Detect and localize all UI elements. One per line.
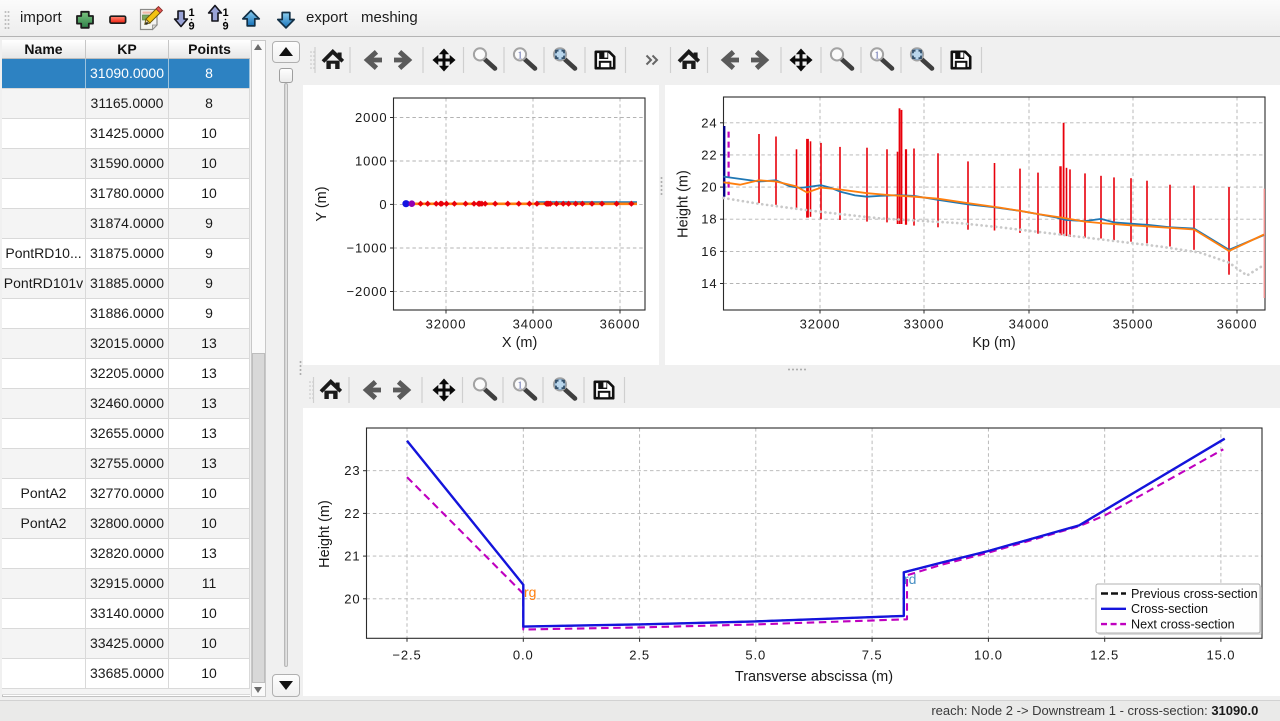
svg-text:16: 16 — [701, 244, 717, 259]
svg-text:1: 1 — [188, 7, 194, 19]
svg-text:5.0: 5.0 — [745, 648, 766, 663]
svg-text:32000: 32000 — [800, 317, 841, 332]
svg-text:−2.5: −2.5 — [392, 648, 421, 663]
svg-text:1: 1 — [222, 7, 228, 19]
svg-text:34000: 34000 — [513, 317, 554, 332]
svg-text:21: 21 — [344, 549, 360, 564]
svg-text:32000: 32000 — [426, 317, 467, 332]
svg-text:−2000: −2000 — [346, 284, 387, 299]
svg-text:20: 20 — [701, 180, 717, 195]
svg-text:23: 23 — [344, 463, 360, 478]
svg-text:1: 1 — [518, 380, 523, 391]
svg-text:1: 1 — [518, 50, 523, 61]
svg-text:1: 1 — [875, 50, 880, 61]
svg-text:0: 0 — [379, 197, 387, 212]
svg-text:Height (m): Height (m) — [676, 170, 692, 238]
svg-text:24: 24 — [701, 115, 717, 130]
svg-text:9: 9 — [222, 21, 228, 33]
svg-text:36000: 36000 — [1217, 317, 1258, 332]
svg-text:Next cross-section: Next cross-section — [1131, 617, 1235, 631]
svg-text:22: 22 — [701, 147, 717, 162]
svg-text:14: 14 — [701, 276, 717, 291]
svg-text:−1000: −1000 — [346, 241, 387, 256]
svg-text:7.5: 7.5 — [862, 648, 883, 663]
svg-text:2.5: 2.5 — [629, 648, 650, 663]
svg-text:20: 20 — [344, 591, 360, 606]
svg-text:rd: rd — [904, 571, 916, 587]
svg-text:Cross-section: Cross-section — [1131, 602, 1208, 616]
svg-text:10.0: 10.0 — [974, 648, 1003, 663]
svg-text:33000: 33000 — [904, 317, 945, 332]
svg-text:rg: rg — [524, 584, 536, 600]
svg-text:18: 18 — [701, 212, 717, 227]
svg-text:12.5: 12.5 — [1090, 648, 1119, 663]
svg-text:Previous cross-section: Previous cross-section — [1131, 587, 1258, 601]
svg-text:Transverse abscissa (m): Transverse abscissa (m) — [735, 669, 893, 685]
svg-text:36000: 36000 — [600, 317, 641, 332]
svg-text:15.0: 15.0 — [1206, 648, 1235, 663]
svg-text:35000: 35000 — [1113, 317, 1154, 332]
svg-text:22: 22 — [344, 506, 360, 521]
svg-text:1000: 1000 — [355, 154, 388, 169]
svg-text:2000: 2000 — [355, 110, 388, 125]
svg-text:Kp (m): Kp (m) — [972, 335, 1016, 351]
svg-text:X (m): X (m) — [502, 335, 537, 351]
svg-text:9: 9 — [188, 21, 194, 33]
svg-text:Y (m): Y (m) — [314, 186, 330, 221]
svg-text:34000: 34000 — [1009, 317, 1050, 332]
svg-text:0.0: 0.0 — [513, 648, 534, 663]
svg-text:Height (m): Height (m) — [317, 500, 333, 568]
